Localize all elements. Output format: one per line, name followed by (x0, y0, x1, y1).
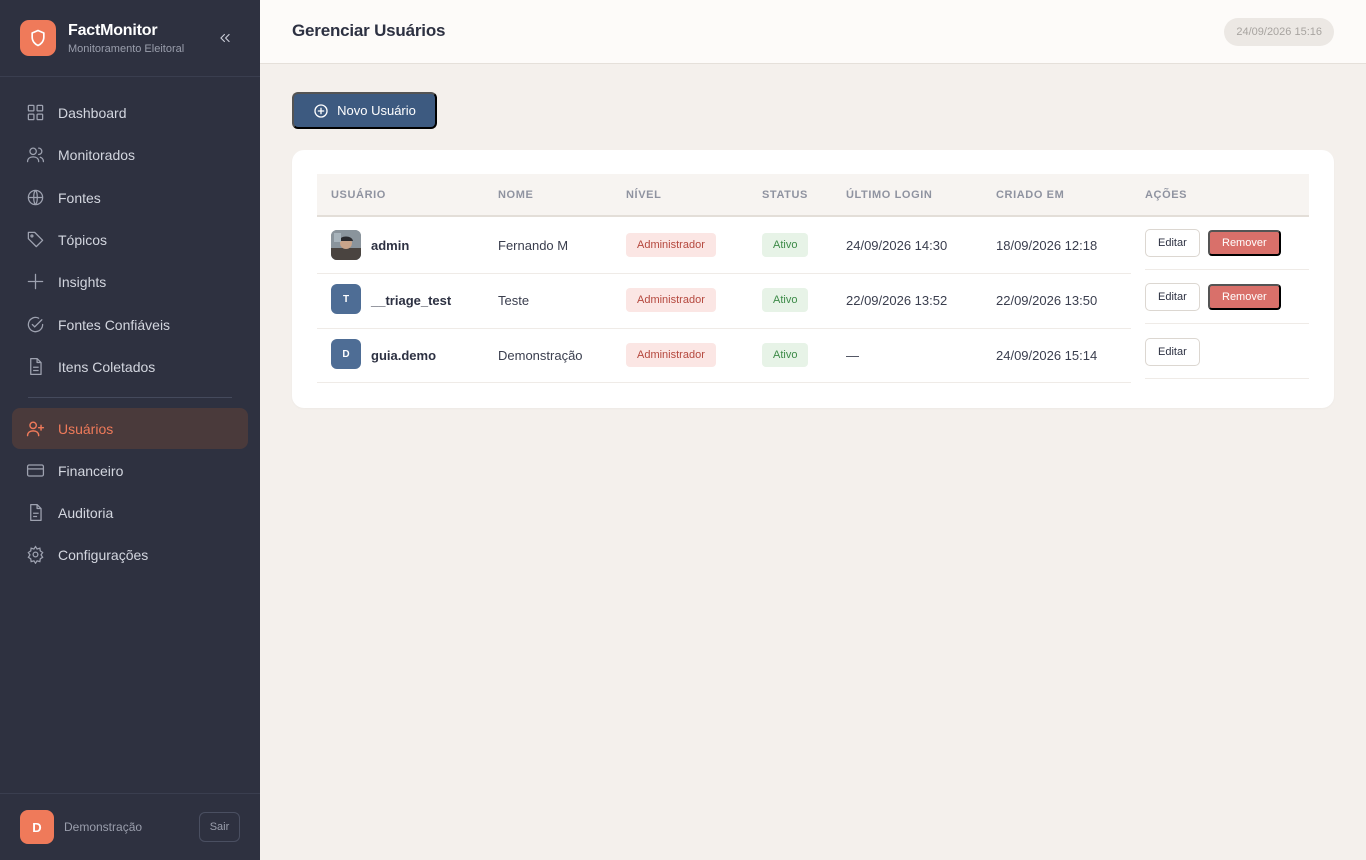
avatar: D (331, 339, 361, 369)
edit-button[interactable]: Editar (1145, 229, 1200, 257)
table-row: admin Fernando M Administrador Ativo 24/… (317, 218, 1309, 274)
level-badge: Administrador (626, 233, 716, 257)
sidebar-item-label: Insights (58, 273, 107, 290)
row-divider (1145, 378, 1309, 379)
table-row: D guia.demo Demonstração Administrador A… (317, 328, 1309, 383)
brand-subtitle: Monitoramento Eleitoral (68, 42, 185, 55)
sidebar-item-dashboard[interactable]: Dashboard (12, 92, 248, 133)
row-divider (1145, 269, 1309, 270)
document-icon (25, 357, 45, 377)
sidebar-item-auditoria[interactable]: Auditoria (12, 492, 248, 533)
column-header-nome: NOME (498, 189, 534, 201)
sidebar-item-usuarios[interactable]: Usuários (12, 408, 248, 449)
sidebar-item-fontes[interactable]: Fontes (12, 177, 248, 218)
column-header-nivel: NÍVEL (626, 189, 662, 201)
top-header: Gerenciar Usuários 24/09/2026 15:16 (260, 0, 1366, 64)
tag-icon (25, 230, 45, 250)
user-plus-icon (25, 419, 45, 439)
column-header-ultimo-login: ÚLTIMO LOGIN (846, 189, 933, 201)
table-row: T __triage_test Teste Administrador Ativ… (317, 273, 1309, 329)
sidebar-item-insights[interactable]: Insights (12, 261, 248, 302)
sidebar-item-financeiro[interactable]: Financeiro (12, 450, 248, 491)
new-user-button[interactable]: Novo Usuário (292, 92, 437, 129)
sidebar-item-label: Financeiro (58, 462, 124, 479)
remove-button[interactable]: Remover (1208, 284, 1281, 310)
level-badge: Administrador (626, 343, 716, 367)
datetime-badge: 24/09/2026 15:16 (1224, 18, 1334, 46)
brand-header: FactMonitor Monitoramento Eleitoral (0, 0, 260, 77)
plus-icon (25, 272, 45, 292)
username: __triage_test (371, 293, 452, 308)
globe-icon (25, 188, 45, 208)
row-divider (317, 382, 1131, 383)
file-text-icon (25, 503, 45, 523)
brand-title: FactMonitor (68, 21, 158, 39)
username: admin (371, 238, 410, 253)
created-at: 22/09/2026 13:50 (996, 293, 1098, 308)
avatar (331, 230, 361, 260)
user-full-name: Fernando M (498, 238, 569, 253)
sidebar-item-topicos[interactable]: Tópicos (12, 219, 248, 260)
sidebar-item-label: Fontes Confiáveis (58, 316, 171, 333)
gear-icon (25, 545, 45, 565)
sidebar-item-fontes-confiaveis[interactable]: Fontes Confiáveis (12, 304, 248, 345)
sidebar-item-label: Auditoria (58, 504, 114, 521)
avatar: T (331, 284, 361, 314)
column-header-status: STATUS (762, 189, 808, 201)
level-badge: Administrador (626, 288, 716, 312)
user-full-name: Demonstração (498, 348, 583, 363)
plus-circle-icon (313, 103, 329, 119)
sidebar-item-label: Usuários (58, 420, 114, 437)
sidebar-item-itens-coletados[interactable]: Itens Coletados (12, 346, 248, 387)
sidebar-item-label: Tópicos (58, 231, 108, 248)
sidebar-user: D Demonstração Sair (0, 793, 260, 860)
new-user-label: Novo Usuário (337, 103, 416, 118)
sidebar-item-label: Itens Coletados (58, 358, 156, 375)
table-header: USUÁRIO NOME NÍVEL STATUS ÚLTIMO LOGIN C… (317, 174, 1309, 217)
status-badge: Ativo (762, 343, 809, 367)
last-login: 22/09/2026 13:52 (846, 293, 948, 308)
credit-card-icon (25, 461, 45, 481)
sidebar: FactMonitor Monitoramento Eleitoral Dash… (0, 0, 260, 860)
page-title: Gerenciar Usuários (292, 21, 446, 40)
sidebar-item-label: Dashboard (58, 104, 127, 121)
user-full-name: Teste (498, 293, 530, 308)
status-badge: Ativo (762, 288, 809, 312)
column-header-acoes: AÇÕES (1145, 189, 1188, 201)
sidebar-item-label: Configurações (58, 546, 149, 563)
users-table-card: USUÁRIO NOME NÍVEL STATUS ÚLTIMO LOGIN C… (292, 150, 1334, 408)
created-at: 24/09/2026 15:14 (996, 348, 1098, 363)
row-divider (1145, 323, 1309, 324)
nav-divider (28, 397, 232, 398)
user-name: Demonstração (64, 820, 143, 834)
avatar: D (20, 810, 54, 844)
sidebar-item-monitorados[interactable]: Monitorados (12, 134, 248, 175)
edit-button[interactable]: Editar (1145, 283, 1200, 311)
status-badge: Ativo (762, 233, 809, 257)
sidebar-item-label: Fontes (58, 189, 101, 206)
remove-button[interactable]: Remover (1208, 230, 1281, 256)
users-icon (25, 145, 45, 165)
created-at: 18/09/2026 12:18 (996, 238, 1098, 253)
last-login: — (846, 348, 859, 363)
check-circle-icon (25, 315, 45, 335)
column-header-usuario: USUÁRIO (331, 189, 386, 201)
logout-button[interactable]: Sair (199, 812, 240, 842)
last-login: 24/09/2026 14:30 (846, 238, 948, 253)
sidebar-item-label: Monitorados (58, 146, 136, 163)
edit-button[interactable]: Editar (1145, 338, 1200, 366)
collapse-sidebar-icon[interactable] (216, 29, 234, 47)
username: guia.demo (371, 348, 437, 363)
sidebar-item-configuracoes[interactable]: Configurações (12, 534, 248, 575)
grid-icon (25, 103, 45, 123)
shield-icon (20, 20, 56, 56)
column-header-criado-em: CRIADO EM (996, 189, 1065, 201)
